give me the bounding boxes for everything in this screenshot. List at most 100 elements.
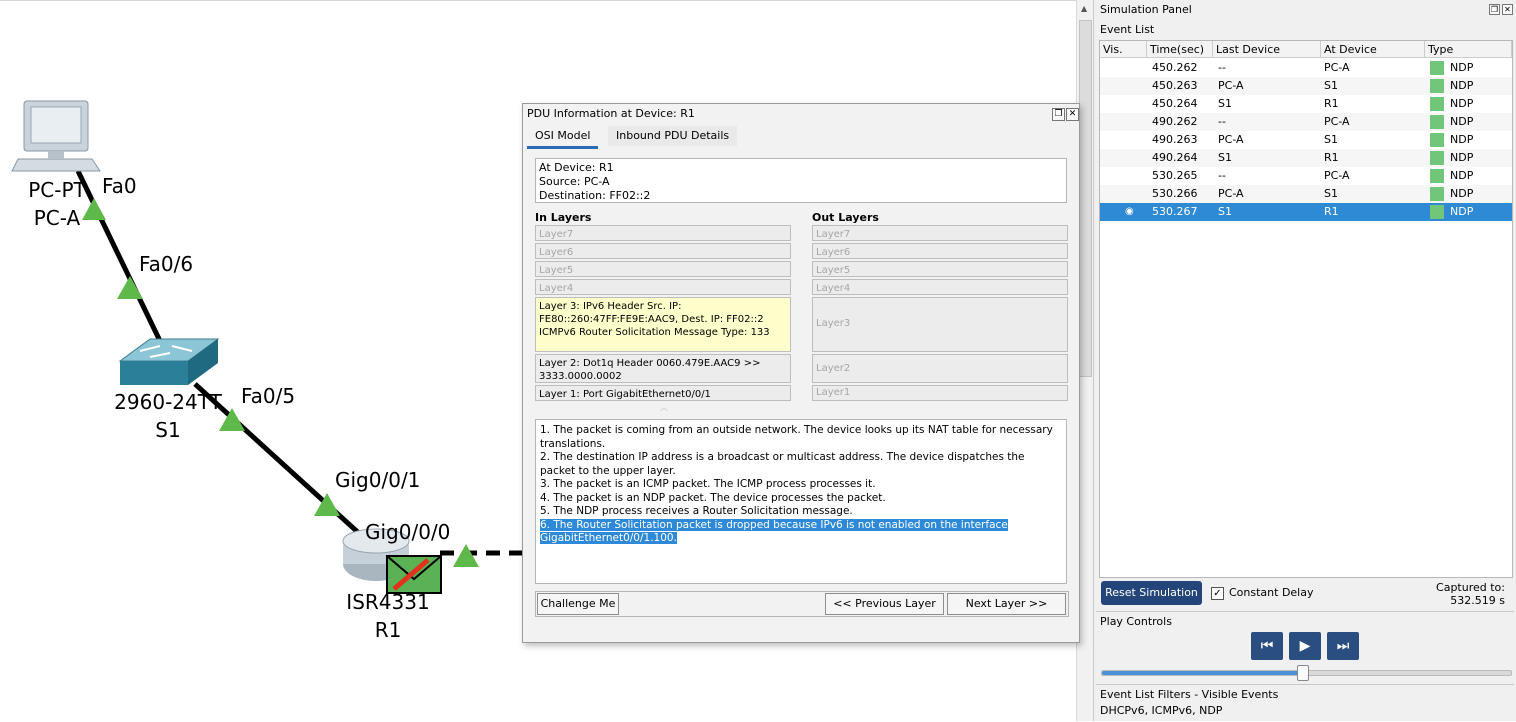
column-header-vis[interactable]: Vis. <box>1100 41 1147 58</box>
event-type-color-swatch[interactable] <box>1430 97 1444 111</box>
source-text: Source: PC-A <box>539 175 610 188</box>
out-layer-5[interactable]: Layer5 <box>812 261 1068 277</box>
event-time: 490.264 <box>1152 151 1198 164</box>
sim-controls-row: Reset Simulation ✓ Constant Delay Captur… <box>1099 579 1511 609</box>
next-layer-button[interactable]: Next Layer >> <box>947 593 1066 615</box>
event-time: 530.265 <box>1152 169 1198 182</box>
tab-inbound-pdu-details[interactable]: Inbound PDU Details <box>608 126 738 146</box>
event-last-device: -- <box>1218 169 1226 182</box>
event-row[interactable]: 490.264 S1 R1 NDP <box>1100 149 1512 167</box>
event-type-color-swatch[interactable] <box>1430 79 1444 93</box>
splitter-handle-icon[interactable]: ︿ <box>649 402 679 412</box>
close-icon[interactable]: ✕ <box>1502 4 1513 15</box>
port-label: Fa0/5 <box>241 384 296 408</box>
device-name-label: R1 <box>374 618 402 642</box>
in-layer-5[interactable]: Layer5 <box>535 261 791 277</box>
event-type: NDP <box>1450 61 1474 74</box>
pdu-summary: At Device: R1 Source: PC-A Destination: … <box>535 158 1067 203</box>
event-row[interactable]: 450.264 S1 R1 NDP <box>1100 95 1512 113</box>
event-time: 490.263 <box>1152 133 1198 146</box>
event-type-color-swatch[interactable] <box>1430 133 1444 147</box>
panel-title: Simulation Panel <box>1100 3 1192 16</box>
event-type-color-swatch[interactable] <box>1430 187 1444 201</box>
out-layer-6[interactable]: Layer6 <box>812 243 1068 259</box>
event-type-color-swatch[interactable] <box>1430 115 1444 129</box>
event-last-device: S1 <box>1218 205 1232 218</box>
out-layer-7[interactable]: Layer7 <box>812 225 1068 241</box>
event-time: 490.262 <box>1152 115 1198 128</box>
device-name-label: S1 <box>155 418 181 442</box>
event-at-device: R1 <box>1324 205 1339 218</box>
play-button[interactable]: ▶ <box>1289 632 1321 660</box>
switch-icon[interactable] <box>118 338 220 385</box>
scroll-up-icon[interactable]: ▲ <box>1081 4 1087 13</box>
speed-slider-fill <box>1102 671 1303 675</box>
event-row[interactable]: 530.266 PC-A S1 NDP <box>1100 185 1512 203</box>
event-row[interactable]: 450.262 -- PC-A NDP <box>1100 59 1512 77</box>
event-at-device: R1 <box>1324 97 1339 110</box>
column-header-last-device[interactable]: Last Device <box>1213 41 1321 58</box>
event-list-label: Event List <box>1100 23 1155 36</box>
device-model-label: ISR4331 <box>346 590 430 614</box>
event-type-color-swatch[interactable] <box>1430 205 1444 219</box>
link-up-indicator <box>117 276 143 299</box>
in-layer-1[interactable]: Layer 1: Port GigabitEthernet0/0/1 <box>535 385 791 401</box>
event-row[interactable]: 530.265 -- PC-A NDP <box>1100 167 1512 185</box>
event-time: 450.264 <box>1152 97 1198 110</box>
device-model-label: PC-PT <box>28 178 86 202</box>
event-type-color-swatch[interactable] <box>1430 61 1444 75</box>
event-type: NDP <box>1450 187 1474 200</box>
step-forward-button[interactable]: ⏭ <box>1327 632 1359 660</box>
event-type: NDP <box>1450 169 1474 182</box>
speed-slider-thumb[interactable] <box>1297 665 1310 681</box>
challenge-me-button[interactable]: Challenge Me <box>537 593 619 615</box>
port-label: Fa0 <box>102 174 137 198</box>
at-device-text: At Device: R1 <box>539 161 614 174</box>
out-layer-1[interactable]: Layer1 <box>812 385 1068 401</box>
in-layer-7[interactable]: Layer7 <box>535 225 791 241</box>
in-layer-6[interactable]: Layer6 <box>535 243 791 259</box>
step-back-button[interactable]: ⏮ <box>1251 632 1283 660</box>
event-row[interactable]: 450.263 PC-A S1 NDP <box>1100 77 1512 95</box>
out-layer-3[interactable]: Layer3 <box>812 297 1068 352</box>
constant-delay-checkbox[interactable]: ✓ <box>1211 587 1224 600</box>
visible-eye-icon[interactable]: ◉ <box>1125 203 1134 221</box>
column-header-type[interactable]: Type <box>1425 41 1512 58</box>
event-type-color-swatch[interactable] <box>1430 151 1444 165</box>
event-row[interactable]: 490.262 -- PC-A NDP <box>1100 113 1512 131</box>
divider <box>1096 611 1514 612</box>
event-row[interactable]: ◉ 530.267 S1 R1 NDP <box>1100 203 1512 221</box>
out-layer-4[interactable]: Layer4 <box>812 279 1068 295</box>
out-layer-2[interactable]: Layer2 <box>812 354 1068 383</box>
scrollbar-thumb[interactable] <box>1079 20 1092 377</box>
column-header-time[interactable]: Time(sec) <box>1147 41 1213 58</box>
tab-osi-model[interactable]: OSI Model <box>527 126 599 149</box>
pc-icon[interactable] <box>11 100 101 172</box>
play-icon: ▶ <box>1299 638 1311 654</box>
reset-simulation-button[interactable]: Reset Simulation <box>1101 581 1202 605</box>
column-header-at-device[interactable]: At Device <box>1321 41 1425 58</box>
step-description-line: 1. The packet is coming from an outside … <box>540 424 1053 450</box>
port-label: Gig0/0/0 <box>365 520 451 544</box>
in-layer-2[interactable]: Layer 2: Dot1q Header 0060.479E.AAC9 >> … <box>535 354 791 383</box>
undock-icon[interactable]: ❐ <box>1489 4 1500 15</box>
step-description-line: 4. The packet is an NDP packet. The devi… <box>540 491 886 504</box>
event-last-device: -- <box>1218 115 1226 128</box>
in-layer-4[interactable]: Layer4 <box>535 279 791 295</box>
device-model-label: 2960-24TT <box>114 390 222 414</box>
step-description-selected: 6. The Router Solicitation packet is dro… <box>540 518 1008 544</box>
event-row[interactable]: 490.263 PC-A S1 NDP <box>1100 131 1512 149</box>
restore-icon[interactable]: ❐ <box>1052 108 1065 121</box>
captured-to-label: Captured to: <box>1436 581 1505 594</box>
event-type-color-swatch[interactable] <box>1430 169 1444 183</box>
event-at-device: PC-A <box>1324 115 1350 128</box>
speed-slider-track[interactable] <box>1101 665 1512 681</box>
event-at-device: R1 <box>1324 151 1339 164</box>
event-time: 450.262 <box>1152 61 1198 74</box>
in-layer-3[interactable]: Layer 3: IPv6 Header Src. IP: FE80::260:… <box>535 297 791 352</box>
event-last-device: S1 <box>1218 151 1232 164</box>
previous-layer-button[interactable]: << Previous Layer <box>825 593 944 615</box>
event-at-device: S1 <box>1324 187 1338 200</box>
close-icon[interactable]: ✕ <box>1066 108 1079 121</box>
filters-value: DHCPv6, ICMPv6, NDP <box>1100 704 1223 717</box>
